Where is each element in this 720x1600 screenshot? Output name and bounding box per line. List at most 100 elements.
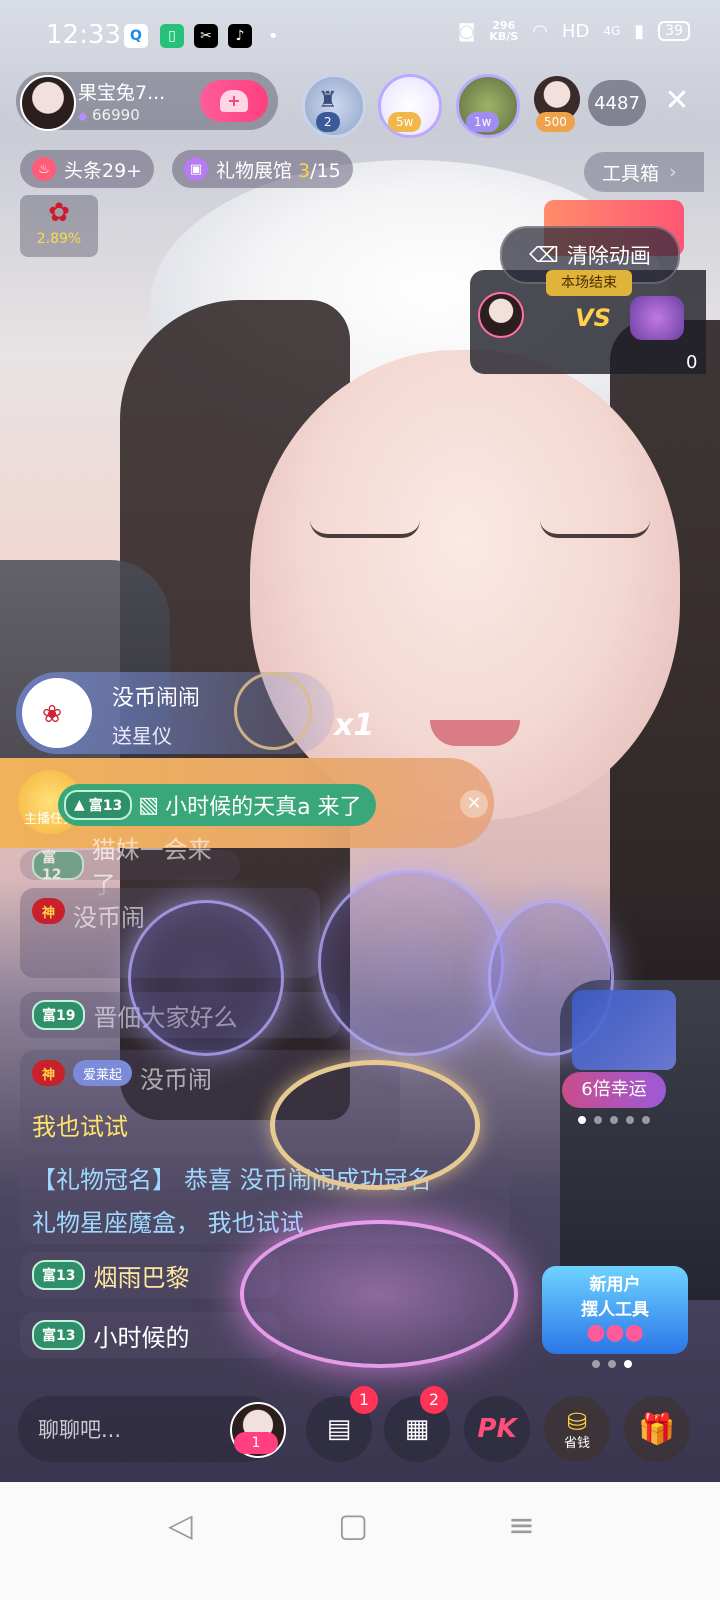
love-badge: 爱莱起 xyxy=(73,1060,133,1086)
status-right-group: ◙ 296 KB/S ◠ HD 4G ▮ 39 xyxy=(458,20,690,42)
gift-hall-button[interactable]: ▣ 礼物展馆 3/15 xyxy=(172,150,353,188)
carousel-dot xyxy=(578,1116,586,1124)
flame-icon: ♨ xyxy=(32,157,56,181)
signal-label: 4G xyxy=(603,24,621,38)
new-user-line2: 摆人工具 xyxy=(581,1300,649,1320)
chat-rich-label: 富19 xyxy=(42,1008,76,1024)
hd-label: HD xyxy=(561,20,590,42)
app-icon-battery-app: ▯ xyxy=(160,24,184,48)
new-user-promo[interactable]: 新用户 摆人工具 ●●● xyxy=(542,1266,688,1354)
viewer-count-button[interactable]: 4487 xyxy=(588,80,646,126)
gift-icon: 🎁 xyxy=(638,1411,676,1447)
pk-button[interactable]: PK xyxy=(464,1396,530,1462)
status-bar: 12:33 Q ▯ ✂ ♪ • ◙ 296 KB/S ◠ HD 4G ▮ 39 xyxy=(0,0,720,70)
chat-input-placeholder: 聊聊吧... xyxy=(38,1418,122,1442)
carousel-dot xyxy=(608,1360,616,1368)
save-money-button[interactable]: ⛁ 省钱 xyxy=(544,1396,610,1462)
chevron-right-icon: › xyxy=(669,161,677,183)
close-icon[interactable]: ✕ xyxy=(660,84,694,118)
gift-hall-label: 礼物展馆 3/15 xyxy=(216,156,341,183)
gift-hall-total: /15 xyxy=(310,159,341,182)
rank-badge-1-label: 2 xyxy=(316,112,340,132)
follow-button[interactable]: + xyxy=(200,80,268,122)
host-fans-count: ◆ 66990 xyxy=(78,106,140,124)
medal-icon: ▧ xyxy=(138,792,160,818)
rich-level-badge: 富13 xyxy=(32,1260,86,1290)
chat-message[interactable]: 富12 猫妹一会来了 xyxy=(20,836,240,899)
home-icon[interactable]: ▢ xyxy=(338,1506,368,1544)
system-tag: 【礼物冠名】 xyxy=(32,1166,176,1194)
net-speed: 296 KB/S xyxy=(489,20,518,42)
gift-hall-prefix: 礼物展馆 xyxy=(216,159,299,182)
pk-opponent-monster-icon[interactable] xyxy=(630,296,684,340)
streamer-face xyxy=(250,350,680,820)
rose-gift-widget[interactable]: ✿ 2.89% xyxy=(20,195,98,257)
rich-level-label: 富13 xyxy=(88,798,123,814)
carousel-dot xyxy=(592,1360,600,1368)
avatar-count-badge: 1 xyxy=(234,1432,278,1454)
rich-level-badge: ▲ 富13 xyxy=(64,790,133,820)
menu-icon[interactable]: ≡ xyxy=(508,1506,535,1544)
chat-bubble-icon: ▤ xyxy=(326,1414,352,1444)
god-badge: 神 xyxy=(32,1060,66,1086)
entry-message: ▲ 富13 ▧ 小时候的天真a 来了 xyxy=(58,784,376,826)
rich-level-badge: 富13 xyxy=(32,1320,86,1350)
helmet-icon: ♜ xyxy=(318,88,338,113)
viewer-badge-label: 500 xyxy=(536,112,575,132)
rich-level-badge: 富12 xyxy=(32,850,84,883)
back-icon[interactable]: ◁ xyxy=(168,1506,193,1544)
scorpio-constellation-icon xyxy=(318,870,504,1056)
cat-avatar-icon: ❀ xyxy=(42,700,63,728)
chat-text: 烟雨巴黎 xyxy=(93,1263,190,1292)
chat-text: 没币闹 xyxy=(73,904,146,932)
toolbox-button[interactable]: 工具箱 › xyxy=(584,152,704,192)
net-speed-unit: KB/S xyxy=(489,30,519,43)
chat-text: 没币闹 xyxy=(140,1066,213,1094)
app-icon-tiktok: ♪ xyxy=(228,24,252,48)
pk-score: 0 xyxy=(686,352,698,373)
notification-dot-icon: • xyxy=(268,26,279,47)
headline-button[interactable]: ♨ 头条29+ xyxy=(20,150,155,188)
carousel-dot xyxy=(594,1116,602,1124)
wifi-icon: ◠ xyxy=(532,20,548,42)
armillary-gift-icon xyxy=(234,672,312,750)
carousel-dots xyxy=(578,1116,650,1124)
apps-badge: 2 xyxy=(420,1386,448,1414)
host-avatar[interactable] xyxy=(20,75,76,131)
lips xyxy=(430,720,520,746)
heart-plus-icon: + xyxy=(220,90,248,112)
eye-left xyxy=(310,520,420,538)
grid-icon: ▦ xyxy=(404,1414,430,1444)
app-icon-capcut: ✂ xyxy=(194,24,218,48)
toolbox-label: 工具箱 xyxy=(602,162,660,185)
gift-button[interactable]: 🎁 xyxy=(624,1396,690,1462)
god-badge: 神 xyxy=(32,898,66,924)
chat-rich-label: 富13 xyxy=(42,1268,76,1284)
armillary-sphere-effect xyxy=(270,1060,480,1190)
broom-icon: ⌫ xyxy=(529,243,559,267)
gift-box-icon: ▣ xyxy=(184,157,208,181)
triangle-icon: ▲ xyxy=(74,797,85,813)
promo-carousel-dots xyxy=(592,1360,632,1368)
status-time: 12:33 xyxy=(46,20,121,50)
pk-host-avatar[interactable] xyxy=(478,292,524,338)
lucky-card-banner[interactable] xyxy=(572,990,676,1070)
magic-circle-effect xyxy=(240,1220,518,1368)
gift-sender-name: 没币闹闹 xyxy=(112,686,201,711)
battery-indicator: 39 xyxy=(658,21,690,41)
chat-rich-label: 富12 xyxy=(42,850,62,883)
gumball-icon: ●●● xyxy=(586,1320,644,1345)
entry-text: 小时候的天真a 来了 xyxy=(165,795,362,820)
god-label: 神 xyxy=(42,1067,56,1083)
carousel-dot xyxy=(642,1116,650,1124)
entry-close-icon[interactable]: ✕ xyxy=(460,790,488,818)
pk-label: PK xyxy=(477,1414,517,1444)
chat-message[interactable]: 富13 小时候的 xyxy=(20,1312,280,1358)
headline-label: 头条29+ xyxy=(64,159,143,182)
lucky-label[interactable]: 6倍幸运 xyxy=(562,1072,666,1108)
host-fans-value: 66990 xyxy=(92,106,140,124)
carousel-dot xyxy=(626,1116,634,1124)
rank-badge-2-label: 5w xyxy=(388,112,422,132)
carousel-dot xyxy=(610,1116,618,1124)
rank-badge-3-label: 1w xyxy=(466,112,500,132)
